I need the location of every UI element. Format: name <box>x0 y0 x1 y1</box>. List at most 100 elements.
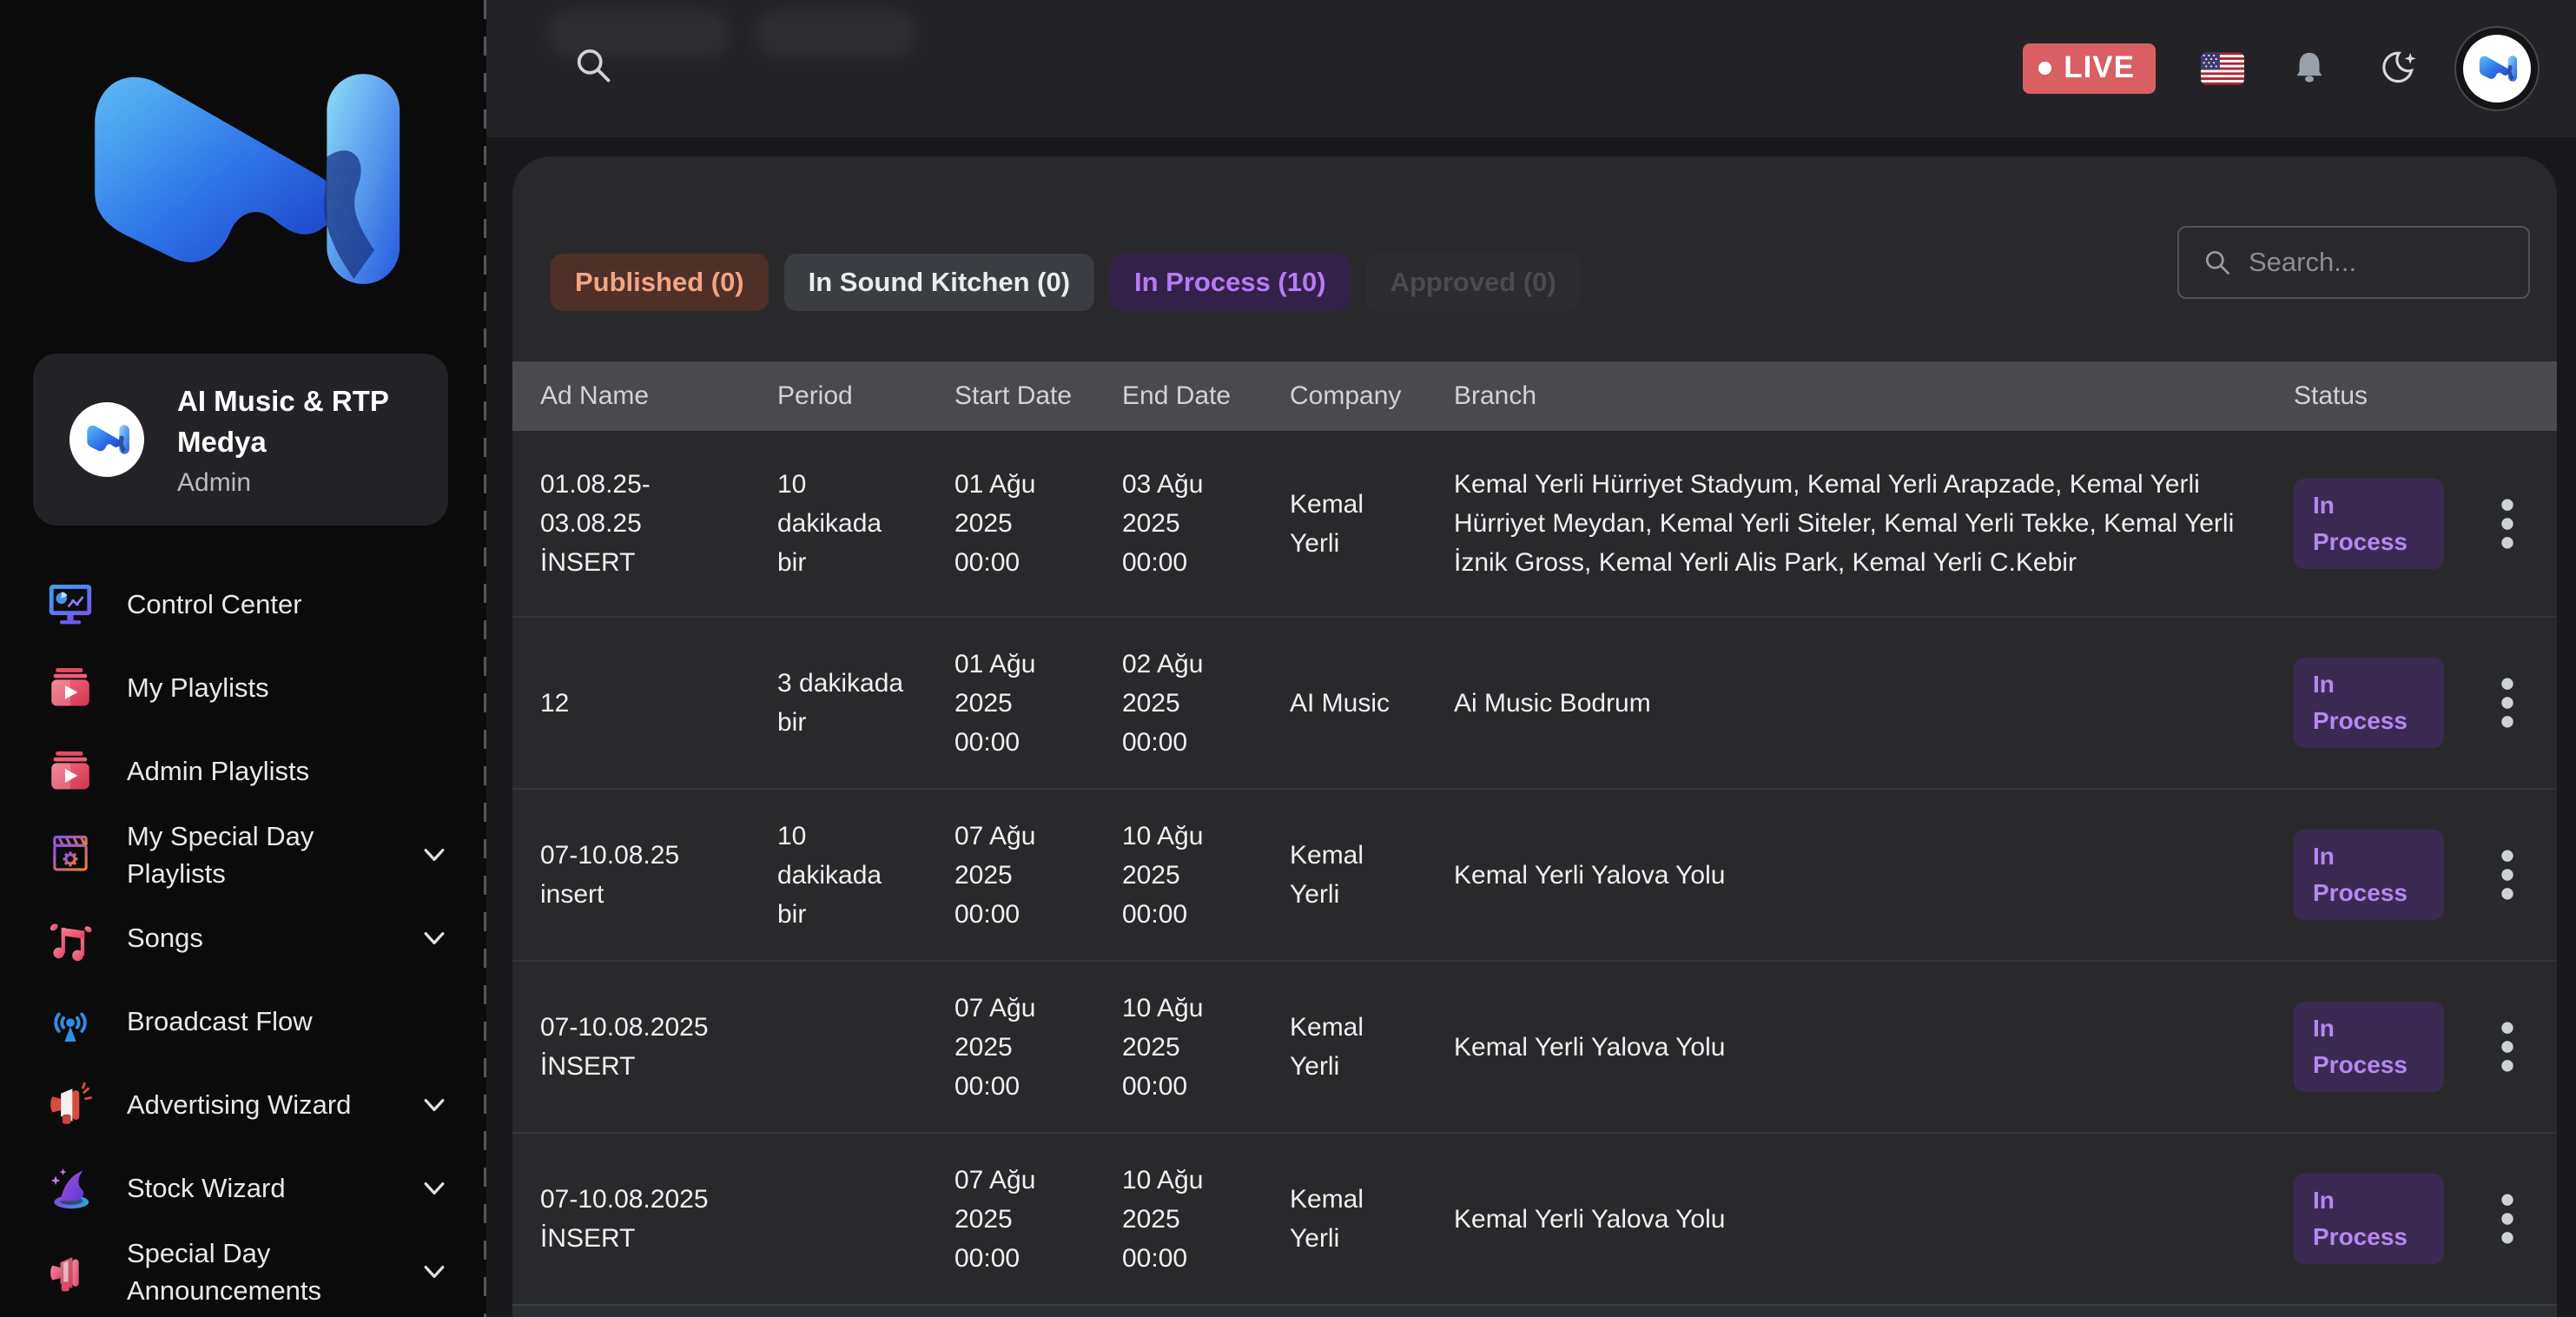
status-badge: In Process <box>2294 830 2444 920</box>
cell-start-date: 07 Ağu 2025 00:00 <box>954 817 1122 934</box>
row-menu-kebab-icon[interactable] <box>2499 1191 2516 1247</box>
cell-company: Kemal Yerli <box>1290 836 1454 914</box>
row-menu-kebab-icon[interactable] <box>2499 1019 2516 1075</box>
megaphone-pink-icon <box>45 1247 96 1297</box>
table-row[interactable]: 07-10.08.2025 İNSERT 07 Ağu 2025 00:00 1… <box>512 1132 2557 1304</box>
table-row[interactable]: 07-10.08.2025 İNSERT 07 Ağu 2025 00:00 1… <box>512 960 2557 1132</box>
cell-branch: Kemal Yerli Yalova Yolu <box>1454 1028 2294 1067</box>
megaphone-red-icon <box>45 1080 96 1130</box>
playlist-play-icon <box>45 663 96 713</box>
cell-status: In Process <box>2294 830 2484 920</box>
monitor-chart-icon <box>45 579 96 630</box>
cell-end-date: 10 Ağu 2025 00:00 <box>1122 1161 1290 1278</box>
col-company: Company <box>1290 381 1454 411</box>
chevron-down-icon <box>419 1174 450 1203</box>
wizard-hat-icon <box>45 1163 96 1214</box>
profile-role: Admin <box>177 468 394 498</box>
search-input[interactable] <box>2249 247 2506 278</box>
tab-in-process[interactable]: In Process (10) <box>1110 254 1351 311</box>
next-row-partial <box>512 1304 2557 1317</box>
sidebar-item-my-playlists[interactable]: My Playlists <box>0 646 486 730</box>
chevron-down-icon <box>419 840 450 870</box>
cell-branch: Ai Music Bodrum <box>1454 684 2294 723</box>
cell-ad-name: 07-10.08.2025 İNSERT <box>540 1180 777 1258</box>
cell-branch: Kemal Yerli Yalova Yolu <box>1454 856 2294 895</box>
music-notes-icon <box>45 913 96 963</box>
search-icon <box>2202 247 2233 278</box>
cell-company: Kemal Yerli <box>1290 1008 1454 1086</box>
chevron-down-icon <box>419 1090 450 1120</box>
cell-start-date: 07 Ağu 2025 00:00 <box>954 1161 1122 1278</box>
cell-end-date: 10 Ağu 2025 00:00 <box>1122 817 1290 934</box>
cell-status: In Process <box>2294 479 2484 569</box>
live-badge: LIVE <box>2023 43 2156 94</box>
row-menu-kebab-icon[interactable] <box>2499 847 2516 903</box>
table-row[interactable]: 12 3 dakikada bir 01 Ağu 2025 00:00 02 A… <box>512 616 2557 788</box>
status-badge: In Process <box>2294 658 2444 748</box>
profile-avatar <box>69 402 144 477</box>
status-badge: In Process <box>2294 479 2444 569</box>
theme-moon-icon[interactable] <box>2375 47 2418 90</box>
row-menu-kebab-icon[interactable] <box>2499 496 2516 552</box>
account-avatar[interactable] <box>2463 35 2531 103</box>
cell-status: In Process <box>2294 1174 2484 1264</box>
table-header-row: Ad Name Period Start Date End Date Compa… <box>512 361 2557 431</box>
content-area: Published (0) In Sound Kitchen (0) In Pr… <box>486 137 2576 1317</box>
cell-end-date: 02 Ağu 2025 00:00 <box>1122 645 1290 762</box>
table-row[interactable]: 07-10.08.25 insert 10 dakikada bir 07 Ağ… <box>512 788 2557 960</box>
notifications-bell-icon[interactable] <box>2289 48 2329 89</box>
cell-period: 10 dakikada bir <box>777 465 954 582</box>
cell-status: In Process <box>2294 1002 2484 1092</box>
app-root: AI Music & RTP Medya Admin Control Cente… <box>0 0 2576 1317</box>
cell-ad-name: 07-10.08.25 insert <box>540 836 777 914</box>
profile-name: AI Music & RTP Medya <box>177 381 394 463</box>
col-start-date: Start Date <box>954 381 1122 411</box>
sidebar-item-songs[interactable]: Songs <box>0 897 486 980</box>
sidebar-item-broadcast-flow[interactable]: Broadcast Flow <box>0 980 486 1063</box>
col-period: Period <box>777 381 954 411</box>
ads-table: Ad Name Period Start Date End Date Compa… <box>512 361 2557 1317</box>
sidebar-item-control-center[interactable]: Control Center <box>0 563 486 646</box>
cell-end-date: 10 Ağu 2025 00:00 <box>1122 989 1290 1106</box>
ghost-tab-blur <box>756 10 916 57</box>
col-ad-name: Ad Name <box>540 381 777 411</box>
live-dot-icon <box>2038 62 2051 75</box>
sidebar-item-special-day-announcements[interactable]: Special Day Announcements <box>0 1230 486 1314</box>
playlist-play-icon <box>45 746 96 797</box>
clapperboard-icon <box>45 830 96 880</box>
col-status: Status <box>2294 381 2484 411</box>
cell-start-date: 01 Ağu 2025 00:00 <box>954 645 1122 762</box>
cell-branch: Kemal Yerli Yalova Yolu <box>1454 1200 2294 1239</box>
main-area: LIVE Published (0) I <box>486 0 2576 1317</box>
broadcast-antenna-icon <box>45 996 96 1047</box>
table-row[interactable]: 01.08.25-03.08.25 İNSERT 10 dakikada bir… <box>512 431 2557 616</box>
chevron-down-icon <box>419 1257 450 1287</box>
tab-in-sound-kitchen[interactable]: In Sound Kitchen (0) <box>784 254 1094 311</box>
sidebar-item-admin-playlists[interactable]: Admin Playlists <box>0 730 486 813</box>
cell-ad-name: 07-10.08.2025 İNSERT <box>540 1008 777 1086</box>
sidebar-item-stock-wizard[interactable]: Stock Wizard <box>0 1147 486 1230</box>
ads-panel: Published (0) In Sound Kitchen (0) In Pr… <box>512 156 2557 1317</box>
row-menu-kebab-icon[interactable] <box>2499 675 2516 731</box>
sidebar-item-advertising-wizard[interactable]: Advertising Wizard <box>0 1063 486 1147</box>
col-end-date: End Date <box>1122 381 1290 411</box>
cell-start-date: 01 Ağu 2025 00:00 <box>954 465 1122 582</box>
topbar: LIVE <box>486 0 2576 137</box>
table-search <box>2177 226 2530 299</box>
sidebar-menu: Control Center My Playlists Admin Playli… <box>0 563 486 1314</box>
cell-period: 10 dakikada bir <box>777 817 954 934</box>
cell-ad-name: 01.08.25-03.08.25 İNSERT <box>540 465 777 582</box>
cell-company: Kemal Yerli <box>1290 1180 1454 1258</box>
tab-approved[interactable]: Approved (0) <box>1366 254 1581 311</box>
cell-end-date: 03 Ağu 2025 00:00 <box>1122 465 1290 582</box>
sidebar: AI Music & RTP Medya Admin Control Cente… <box>0 0 486 1317</box>
status-badge: In Process <box>2294 1002 2444 1092</box>
language-us-flag-icon[interactable] <box>2201 52 2244 85</box>
search-icon[interactable] <box>571 43 615 87</box>
col-branch: Branch <box>1454 381 2294 411</box>
cell-status: In Process <box>2294 658 2484 748</box>
profile-card: AI Music & RTP Medya Admin <box>33 354 448 526</box>
cell-period: 3 dakikada bir <box>777 664 954 742</box>
tab-published[interactable]: Published (0) <box>551 254 769 311</box>
sidebar-item-my-special-day-playlists[interactable]: My Special Day Playlists <box>0 813 486 897</box>
